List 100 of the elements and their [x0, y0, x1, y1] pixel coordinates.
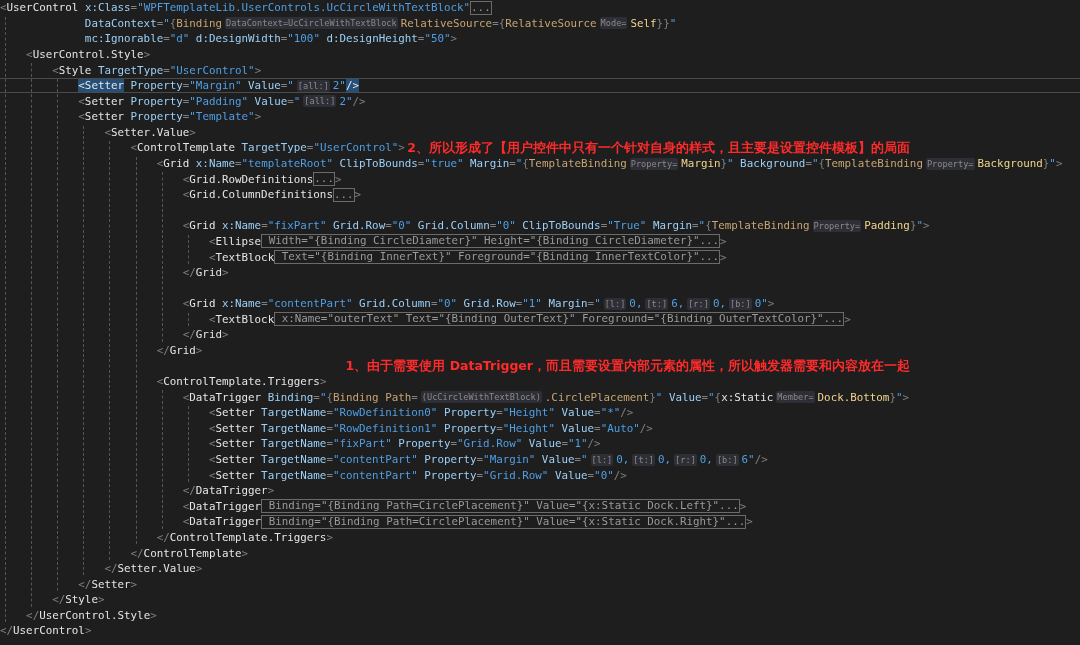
punctuation: />	[754, 453, 768, 467]
collapsed-code[interactable]: Binding="{Binding Path=CirclePlacement}" Value="{x:Static Dock.Right}"...	[261, 514, 747, 529]
attribute-name: Grid.Row	[331, 219, 386, 233]
punctuation: =	[587, 297, 595, 311]
attribute-name: Property	[423, 468, 477, 482]
attribute-name: d:DesignWidth	[194, 32, 281, 46]
punctuation: }	[720, 157, 728, 171]
element-name: Setter	[215, 406, 255, 420]
punctuation: >	[746, 515, 753, 529]
punctuation: >	[720, 234, 727, 248]
punctuation: >	[1055, 157, 1063, 171]
attribute-name: TargetName	[260, 468, 327, 482]
element-name: TextBlock	[215, 312, 275, 326]
punctuation: {	[169, 16, 177, 30]
attribute-value: "	[319, 390, 327, 404]
punctuation: <	[208, 421, 216, 435]
attribute-value: "Padding"	[189, 94, 249, 108]
attribute-name: TargetType	[240, 141, 307, 155]
inlay-hint: Property=	[629, 157, 679, 170]
punctuation: =	[476, 453, 484, 467]
punctuation: >	[221, 266, 229, 280]
punctuation: >	[241, 546, 249, 560]
punctuation: =	[594, 421, 601, 435]
punctuation: </	[52, 593, 66, 607]
attribute-value: "	[163, 16, 170, 30]
attribute-value: "0"	[437, 297, 457, 311]
punctuation: >	[720, 250, 727, 264]
collapsed-code[interactable]: ...	[332, 187, 355, 202]
attribute-value: "	[1049, 157, 1056, 171]
punctuation: >	[767, 297, 775, 311]
matched-tag-highlight: />	[345, 79, 359, 93]
attribute-value: "d"	[169, 32, 190, 46]
punctuation: >	[450, 32, 458, 46]
punctuation: =	[587, 468, 595, 482]
attribute-name: ClipToBounds	[521, 219, 601, 233]
punctuation: <	[156, 157, 164, 171]
punctuation: <	[0, 1, 7, 15]
attribute-value: 0"	[754, 297, 768, 311]
punctuation: >	[150, 608, 157, 622]
punctuation: <	[182, 515, 190, 529]
punctuation: =	[326, 406, 333, 420]
inlay-hint: [all:]	[303, 95, 337, 108]
punctuation: <	[130, 141, 138, 155]
punctuation: />	[613, 468, 627, 482]
inlay-hint: Property=	[812, 219, 862, 232]
punctuation: <	[182, 172, 190, 186]
punctuation: =	[287, 94, 294, 108]
markup-extension: TemplateBinding	[825, 157, 923, 171]
attribute-value: "0"	[496, 219, 516, 233]
binding-argument: Dock.Bottom	[817, 390, 890, 404]
punctuation: {	[714, 390, 722, 404]
inlay-hint: [t:]	[632, 453, 656, 466]
attribute-value: "1"	[522, 297, 542, 311]
punctuation: =	[509, 157, 516, 171]
attribute-value: 2"	[339, 94, 353, 108]
punctuation: <	[208, 234, 216, 248]
element-name: ControlTemplate	[143, 546, 242, 560]
attribute-value: "true"	[424, 157, 464, 171]
element-name: Setter	[215, 468, 255, 482]
attribute-value: "Height"	[502, 421, 555, 435]
punctuation: <	[208, 312, 216, 326]
element-name: Setter	[84, 110, 125, 124]
collapsed-code[interactable]: x:Name="outerText" Text="{Binding OuterText}" Foreground="{Binding OuterTextColor}"...	[274, 312, 845, 327]
collapsed-code[interactable]: Width="{Binding CircleDiameter}" Height="{Binding CircleDiameter}"...	[261, 234, 721, 249]
attribute-name: DataContext	[84, 16, 157, 30]
inlay-hint: [l:]	[590, 453, 614, 466]
attribute-value: "RowDefinition0"	[332, 406, 438, 420]
markup-extension: .CirclePlacement	[544, 390, 650, 404]
punctuation: </	[156, 344, 170, 357]
punctuation: >	[267, 484, 275, 498]
punctuation: =	[280, 79, 288, 93]
punctuation: =	[261, 219, 268, 233]
attribute-name: Value	[527, 437, 562, 451]
punctuation: =	[450, 437, 457, 451]
element-name: Style	[65, 593, 98, 607]
punctuation: </	[0, 624, 14, 638]
punctuation: =	[594, 406, 601, 420]
element-name: Setter	[215, 453, 255, 467]
punctuation: =	[182, 79, 190, 93]
punctuation: >	[326, 530, 333, 544]
element-name: x:Static	[721, 390, 774, 404]
attribute-name: Value	[253, 94, 288, 108]
punctuation: =	[417, 32, 425, 46]
punctuation: <	[208, 406, 216, 420]
collapsed-code[interactable]: ...	[470, 0, 492, 15]
collapsed-code[interactable]: Text="{Binding InnerText}" Foreground="{Binding InnerTextColor}"...	[274, 250, 721, 265]
punctuation: =	[156, 16, 164, 30]
attribute-name: Property	[442, 421, 497, 435]
punctuation: =	[130, 1, 138, 15]
element-name: DataTrigger	[189, 499, 262, 513]
punctuation: />	[587, 437, 601, 451]
attribute-value: "WPFTemplateLib.UserControls.UcCircleWithTextBlock"	[137, 1, 471, 15]
punctuation: =	[574, 453, 582, 467]
collapsed-code[interactable]: Binding="{Binding Path=CirclePlacement}" Value="{x:Static Dock.Left}"...	[261, 499, 740, 514]
punctuation: =	[496, 406, 503, 420]
attribute-value: "	[916, 219, 923, 233]
element-name: Ellipse	[215, 234, 262, 248]
attribute-name: TargetName	[260, 453, 327, 467]
attribute-name: Property	[397, 437, 451, 451]
collapsed-code[interactable]: ...	[313, 172, 335, 187]
